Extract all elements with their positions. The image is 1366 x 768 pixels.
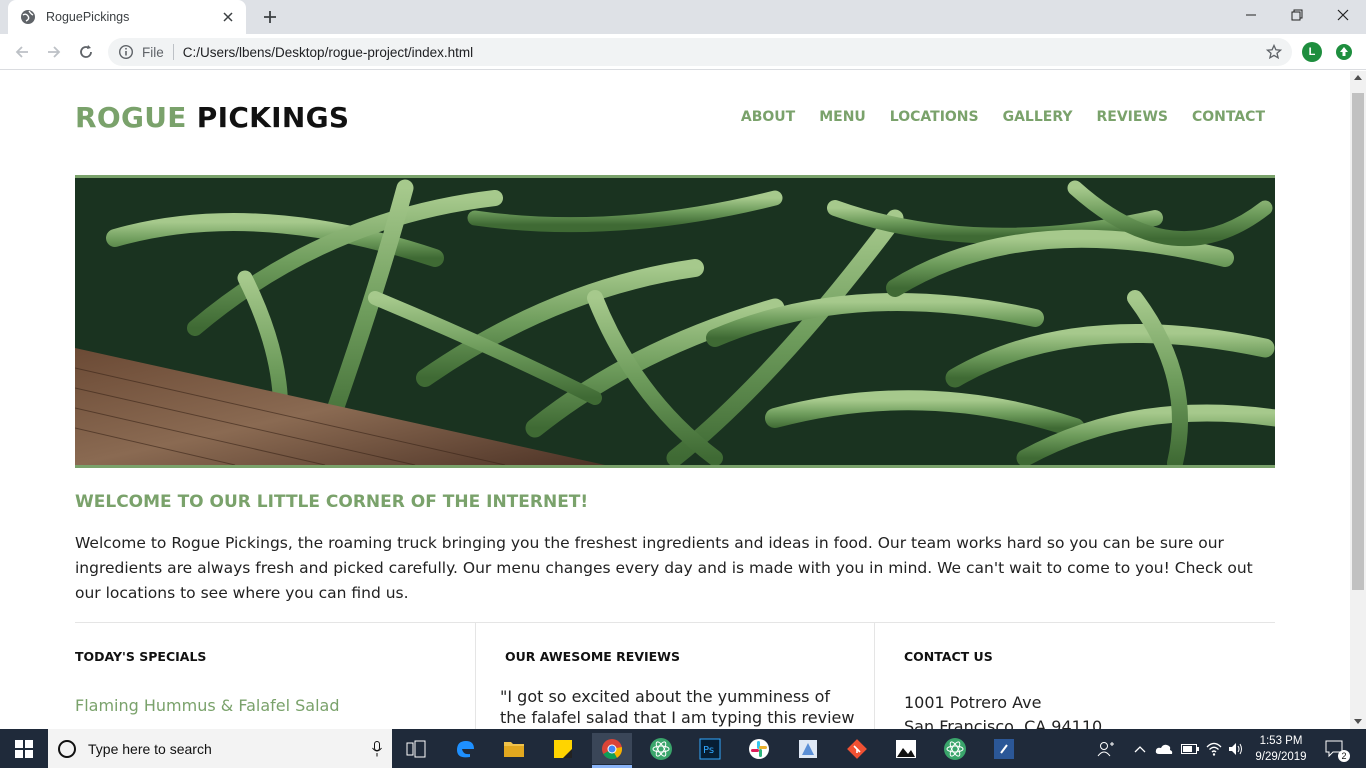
clock-date: 9/29/2019 xyxy=(1255,751,1307,763)
taskbar-clock[interactable]: 1:53 PM 9/29/2019 xyxy=(1248,733,1314,765)
wifi-icon[interactable] xyxy=(1204,729,1224,768)
url-text[interactable]: C:/Users/lbens/Desktop/rogue-project/ind… xyxy=(183,45,1264,60)
notepad-icon[interactable] xyxy=(984,733,1024,764)
nav-contact[interactable]: CONTACT xyxy=(1192,109,1265,125)
browser-tabbar: RoguePickings xyxy=(0,0,1366,34)
page-viewport: ROGUE PICKINGS ABOUT MENU LOCATIONS GALL… xyxy=(0,71,1350,729)
address-separator xyxy=(172,44,174,60)
address-bar[interactable]: File C:/Users/lbens/Desktop/rogue-projec… xyxy=(108,38,1292,66)
browser-toolbar: File C:/Users/lbens/Desktop/rogue-projec… xyxy=(0,34,1366,70)
contact-heading: CONTACT US xyxy=(904,649,993,664)
people-icon[interactable] xyxy=(1094,729,1118,768)
onedrive-icon[interactable] xyxy=(1154,729,1174,768)
windows-start-icon[interactable] xyxy=(0,729,48,768)
review-quote: "I got so excited about the yumminess of… xyxy=(500,687,855,727)
globe-icon xyxy=(20,9,36,25)
logo-part-rogue: ROGUE xyxy=(75,101,187,134)
page-scrollbar[interactable] xyxy=(1350,71,1366,729)
cortana-icon xyxy=(58,739,76,758)
address-line-1: 1001 Potrero Ave xyxy=(904,693,1042,712)
specials-heading: TODAY'S SPECIALS xyxy=(75,649,207,664)
volume-icon[interactable] xyxy=(1226,729,1246,768)
sticky-notes-icon[interactable] xyxy=(543,733,583,764)
minimize-icon[interactable] xyxy=(1228,0,1274,30)
nav-about[interactable]: ABOUT xyxy=(741,109,795,125)
svg-text:Ps: Ps xyxy=(703,745,714,756)
window-close-icon[interactable] xyxy=(1320,0,1366,30)
nav-gallery[interactable]: GALLERY xyxy=(1003,109,1073,125)
photoshop-icon[interactable]: Ps xyxy=(690,733,730,764)
edge-icon[interactable] xyxy=(445,733,485,764)
logo-part-pickings: PICKINGS xyxy=(196,101,350,134)
close-tab-icon[interactable] xyxy=(220,9,236,25)
notification-badge: 2 xyxy=(1338,750,1350,762)
windows-taskbar: Type here to search Ps 1:53 PM 9/29/2019… xyxy=(0,729,1366,768)
atom-icon-2[interactable] xyxy=(935,733,975,764)
contact-column: CONTACT US 1001 Potrero Ave San Francisc… xyxy=(875,623,1275,729)
file-explorer-icon[interactable] xyxy=(494,733,534,764)
taskbar-search[interactable]: Type here to search xyxy=(48,729,392,768)
nav-menu[interactable]: MENU xyxy=(819,109,866,125)
main-nav: ABOUT MENU LOCATIONS GALLERY REVIEWS CON… xyxy=(741,109,1265,125)
profile-avatar[interactable]: L xyxy=(1302,42,1322,62)
welcome-paragraph: Welcome to Rogue Pickings, the roaming t… xyxy=(75,534,1253,602)
forward-icon[interactable] xyxy=(42,40,66,64)
specials-column: TODAY'S SPECIALS Flaming Hummus & Falafe… xyxy=(75,623,475,729)
restore-icon[interactable] xyxy=(1274,0,1320,30)
reviews-heading: OUR AWESOME REVIEWS xyxy=(505,649,680,664)
microphone-icon[interactable] xyxy=(362,740,392,757)
extension-update-icon[interactable] xyxy=(1334,42,1354,62)
clock-time: 1:53 PM xyxy=(1259,735,1303,747)
bookmark-star-icon[interactable] xyxy=(1264,42,1284,62)
action-center-icon[interactable]: 2 xyxy=(1322,729,1350,768)
chevron-up-icon[interactable] xyxy=(1132,729,1148,768)
scroll-down-icon[interactable] xyxy=(1354,719,1362,724)
battery-icon[interactable] xyxy=(1180,729,1200,768)
search-placeholder: Type here to search xyxy=(88,740,212,757)
hero-image-green-beans xyxy=(75,175,1275,468)
atom-icon[interactable] xyxy=(641,733,681,764)
slack-icon[interactable] xyxy=(739,733,779,764)
photos-icon[interactable] xyxy=(886,733,926,764)
special-item[interactable]: Flaming Hummus & Falafel Salad xyxy=(75,696,475,715)
nav-reviews[interactable]: REVIEWS xyxy=(1097,109,1168,125)
scroll-up-icon[interactable] xyxy=(1354,75,1362,80)
reviews-column: OUR AWESOME REVIEWS "I got so excited ab… xyxy=(475,623,875,729)
info-icon[interactable] xyxy=(118,44,134,60)
tab-title: RoguePickings xyxy=(46,10,130,24)
file-scheme-label: File xyxy=(142,44,164,60)
reload-icon[interactable] xyxy=(74,40,98,64)
scrollbar-thumb[interactable] xyxy=(1352,93,1364,590)
task-view-icon[interactable] xyxy=(396,733,436,764)
new-tab-icon[interactable] xyxy=(258,7,282,27)
address-line-2: San Francisco, CA 94110 xyxy=(904,717,1103,729)
site-header: ROGUE PICKINGS ABOUT MENU LOCATIONS GALL… xyxy=(75,101,1275,141)
nav-locations[interactable]: LOCATIONS xyxy=(890,109,979,125)
paint-icon[interactable] xyxy=(788,733,828,764)
welcome-heading: WELCOME TO OUR LITTLE CORNER OF THE INTE… xyxy=(75,492,589,512)
back-icon[interactable] xyxy=(10,40,34,64)
chrome-icon[interactable] xyxy=(592,733,632,768)
git-icon[interactable] xyxy=(837,733,877,764)
browser-tab[interactable]: RoguePickings xyxy=(8,0,246,34)
